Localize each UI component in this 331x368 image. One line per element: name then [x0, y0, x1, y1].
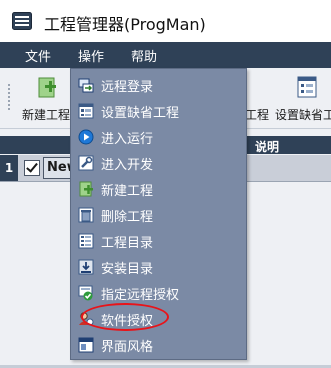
new-project-icon: [79, 181, 93, 197]
menu-item-label: 进入运行: [101, 132, 154, 147]
set-default-project-label: 设置缺省工程: [275, 108, 331, 122]
menu-item-ui-style[interactable]: 界面风格: [71, 332, 246, 358]
set-default-project-icon: [78, 103, 94, 119]
menu-item-software-license[interactable]: 软件授权: [71, 303, 246, 332]
menu-item-label: 设置缺省工程: [101, 106, 180, 121]
menu-item-label: 删除工程: [101, 210, 154, 225]
menu-item-develop[interactable]: 进入开发: [71, 150, 246, 176]
menu-item-run[interactable]: 进入运行: [71, 124, 246, 150]
menu-file[interactable]: 文件: [25, 46, 51, 65]
menu-operations[interactable]: 操作: [78, 46, 104, 65]
ui-style-icon: [78, 337, 94, 353]
row-checkbox[interactable]: [24, 160, 40, 176]
menu-help[interactable]: 帮助: [131, 46, 157, 65]
remote-login-icon: [78, 78, 94, 93]
menu-item-label: 指定远程授权: [101, 288, 180, 303]
menu-item-label: 界面风格: [101, 340, 154, 355]
new-project-icon: [38, 77, 56, 98]
project-directory-icon: [78, 233, 94, 249]
menu-item-label: 远程登录: [101, 80, 154, 95]
app-icon: [12, 12, 32, 30]
menu-item-delete-project[interactable]: 删除工程: [71, 202, 246, 228]
menu-item-new-project[interactable]: 新建工程: [71, 176, 246, 202]
operations-menu: 远程登录 设置缺省工程 进入运行 进入开发 新建工程 删除工程 工程目录 安装目…: [70, 68, 247, 360]
menu-item-set-default-project[interactable]: 设置缺省工程: [71, 98, 246, 124]
toolbar-project-label: 工程: [245, 108, 270, 122]
menu-item-remote-login[interactable]: 远程登录: [71, 72, 246, 98]
menu-item-install-directory[interactable]: 安装目录: [71, 254, 246, 280]
new-project-button[interactable]: 新建工程: [22, 74, 72, 124]
annotation-highlight-circle: [81, 303, 169, 331]
delete-project-icon: [78, 207, 94, 223]
toolbar-project-button[interactable]: 工程: [245, 74, 270, 124]
install-directory-icon: [78, 259, 94, 275]
run-icon: [78, 129, 94, 145]
row-number: 1: [0, 155, 18, 181]
window-title: 工程管理器(ProgMan): [44, 15, 206, 34]
new-project-label: 新建工程: [22, 108, 71, 122]
title-bar: 工程管理器(ProgMan): [0, 0, 331, 42]
develop-icon: [78, 155, 94, 171]
menu-item-remote-authorization[interactable]: 指定远程授权: [71, 280, 246, 306]
menu-item-label: 安装目录: [101, 262, 154, 277]
menu-bar: 文件 操作 帮助: [0, 42, 331, 68]
menu-item-label: 进入开发: [101, 158, 154, 173]
set-default-project-button[interactable]: 设置缺省工程: [275, 74, 331, 124]
column-header-description[interactable]: 说明: [255, 138, 279, 155]
set-default-project-icon: [297, 76, 317, 98]
toolbar-grip[interactable]: [8, 84, 13, 110]
menu-item-label: 新建工程: [101, 184, 154, 199]
remote-authorization-icon: [78, 285, 93, 301]
menu-item-project-directory[interactable]: 工程目录: [71, 228, 246, 254]
menu-item-label: 工程目录: [101, 236, 154, 251]
